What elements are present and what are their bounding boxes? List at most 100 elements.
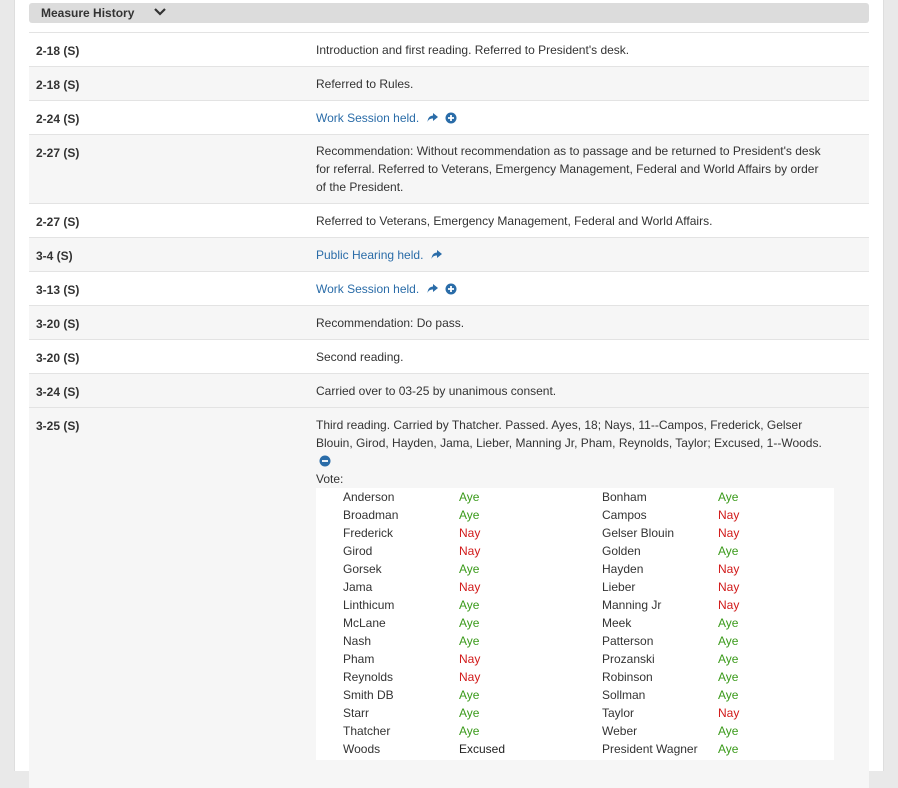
history-row: 3-25 (S) Third reading. Carried by Thatc… — [29, 407, 869, 788]
senator-vote: Aye — [718, 544, 739, 558]
senator-name: Meek — [602, 616, 632, 630]
senator-name: Patterson — [602, 634, 654, 648]
senator-vote: Nay — [718, 706, 740, 720]
senator-name: Broadman — [343, 508, 399, 522]
vote-spacer — [316, 722, 343, 740]
senator-vote: Aye — [718, 490, 739, 504]
senator-name: Nash — [343, 634, 372, 648]
history-date: 3-24 (S) — [36, 385, 80, 399]
share-icon[interactable] — [426, 112, 439, 124]
vote-spacer — [316, 740, 343, 758]
senator-name: Bonham — [602, 490, 647, 504]
history-row: 3-24 (S) Carried over to 03-25 by unanim… — [29, 373, 869, 407]
history-date: 2-24 (S) — [36, 112, 80, 126]
vote-spacer — [316, 614, 343, 632]
history-row: 2-18 (S) Referred to Rules. — [29, 66, 869, 100]
senator-vote: Nay — [459, 526, 481, 540]
senator-vote: Aye — [459, 490, 480, 504]
share-icon[interactable] — [426, 283, 439, 295]
history-date: 2-27 (S) — [36, 215, 80, 229]
senator-vote: Aye — [718, 742, 739, 756]
history-row: 2-27 (S) Recommendation: Without recomme… — [29, 134, 869, 203]
senator-vote: Nay — [459, 580, 481, 594]
vote-spacer — [316, 524, 343, 542]
senator-vote: Nay — [459, 652, 481, 666]
senator-name: McLane — [343, 616, 386, 630]
vote-spacer — [316, 596, 343, 614]
history-date: 3-13 (S) — [36, 283, 80, 297]
history-date: 3-20 (S) — [36, 351, 80, 365]
history-row: 3-20 (S) Recommendation: Do pass. — [29, 305, 869, 339]
history-row: 2-18 (S) Introduction and first reading.… — [29, 32, 869, 66]
history-table: 2-18 (S) Introduction and first reading.… — [29, 32, 869, 788]
history-row: 3-13 (S) Work Session held. — [29, 271, 869, 305]
senator-name: Sollman — [602, 688, 646, 702]
chevron-down-icon — [154, 8, 166, 16]
senator-name: Pham — [343, 652, 375, 666]
vote-spacer — [316, 650, 343, 668]
history-text: Referred to Rules. — [316, 77, 414, 91]
senator-name: Campos — [602, 508, 647, 522]
senator-name: Starr — [343, 706, 370, 720]
measure-history-panel: Measure History 2-18 (S) Introduction an… — [14, 0, 884, 788]
history-date: 2-18 (S) — [36, 78, 80, 92]
senator-vote: Aye — [718, 616, 739, 630]
senator-name: President Wagner — [602, 742, 698, 756]
senator-vote: Nay — [459, 670, 481, 684]
senator-vote: Aye — [718, 670, 739, 684]
senator-vote: Nay — [718, 562, 740, 576]
history-text: Carried over to 03-25 by unanimous conse… — [316, 384, 557, 398]
public-hearing-link[interactable]: Public Hearing held. — [316, 248, 423, 262]
history-row: 3-20 (S) Second reading. — [29, 339, 869, 373]
senator-name: Weber — [602, 724, 638, 738]
vote-spacer — [316, 704, 343, 722]
senator-vote: Nay — [718, 580, 740, 594]
senator-name: Hayden — [602, 562, 644, 576]
senator-vote: Aye — [459, 634, 480, 648]
senator-name: Taylor — [602, 706, 635, 720]
vote-spacer — [316, 632, 343, 650]
senator-vote: Nay — [718, 508, 740, 522]
vote-spacer — [316, 560, 343, 578]
senator-name: Frederick — [343, 526, 394, 540]
senator-vote: Aye — [459, 688, 480, 702]
senator-name: Thatcher — [343, 724, 391, 738]
share-icon[interactable] — [430, 249, 443, 261]
work-session-link[interactable]: Work Session held. — [316, 282, 419, 296]
senator-vote: Aye — [459, 508, 480, 522]
work-session-link[interactable]: Work Session held. — [316, 111, 419, 125]
senator-vote: Nay — [718, 526, 740, 540]
senator-vote: Aye — [718, 724, 739, 738]
senator-vote: Excused — [459, 742, 506, 756]
senator-vote: Aye — [718, 688, 739, 702]
history-date: 3-25 (S) — [36, 419, 80, 433]
vote-label: Vote: — [316, 472, 344, 486]
senator-name: Linthicum — [343, 598, 395, 612]
senator-name: Anderson — [343, 490, 395, 504]
senator-vote: Nay — [718, 598, 740, 612]
collapse-minus-icon[interactable] — [319, 455, 331, 467]
vote-spacer — [316, 668, 343, 686]
vote-spacer — [316, 578, 343, 596]
history-text: Introduction and first reading. Referred… — [316, 43, 630, 57]
senator-name: Girod — [343, 544, 373, 558]
history-date: 3-4 (S) — [36, 249, 73, 263]
history-row: 2-27 (S) Referred to Veterans, Emergency… — [29, 203, 869, 237]
history-date: 2-18 (S) — [36, 44, 80, 58]
history-date: 3-20 (S) — [36, 317, 80, 331]
senator-vote: Aye — [459, 724, 480, 738]
vote-grid: Anderson Aye Bonham Aye Broadman Aye Campos Nay… — [316, 488, 834, 758]
senator-name: Reynolds — [343, 670, 394, 684]
senator-name: Jama — [343, 580, 373, 594]
expand-plus-icon[interactable] — [445, 112, 457, 124]
senator-name: Robinson — [602, 670, 653, 684]
measure-history-header[interactable]: Measure History — [29, 3, 869, 23]
senator-name: Prozanski — [602, 652, 655, 666]
history-date: 2-27 (S) — [36, 146, 80, 160]
history-row: 3-4 (S) Public Hearing held. — [29, 237, 869, 271]
senator-vote: Aye — [459, 706, 480, 720]
history-text: Second reading. — [316, 350, 404, 364]
history-text: Recommendation: Do pass. — [316, 316, 465, 330]
history-text: Third reading. Carried by Thatcher. Pass… — [316, 418, 822, 450]
expand-plus-icon[interactable] — [445, 283, 457, 295]
